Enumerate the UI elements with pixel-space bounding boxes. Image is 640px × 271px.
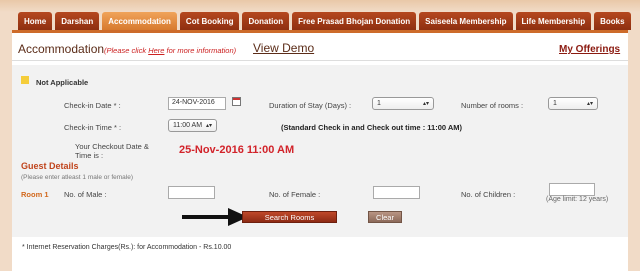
nav-tab-accommodation[interactable]: Accommodation	[102, 12, 177, 30]
calendar-icon[interactable]	[232, 97, 241, 106]
chevron-updown-icon: ▴▾	[586, 101, 593, 107]
checkin-time-select[interactable]: 11:00 AM ▴▾	[168, 119, 217, 132]
view-demo-link[interactable]: View Demo	[253, 41, 314, 55]
children-count-label: No. of Children :	[461, 190, 516, 199]
rooms-select[interactable]: 1 ▴▾	[548, 97, 598, 110]
not-applicable-label: Not Applicable	[36, 78, 89, 87]
chevron-updown-icon: ▴▾	[205, 123, 212, 129]
page-title: Accommodation	[18, 42, 105, 56]
checkin-time-label: Check-in Time * :	[64, 123, 122, 132]
checkin-date-input[interactable]: 24-NOV-2016	[168, 97, 226, 110]
children-count-input[interactable]	[549, 183, 595, 196]
standard-time-note: (Standard Check in and Check out time : …	[281, 123, 463, 132]
age-limit-note: (Age limit: 12 years)	[546, 196, 609, 203]
my-offerings-link[interactable]: My Offerings	[559, 44, 620, 55]
rooms-label: Number of rooms :	[461, 101, 524, 110]
nav-tab-free-prasad[interactable]: Free Prasad Bhojan Donation	[292, 12, 417, 30]
room-1-label: Room 1	[21, 190, 49, 199]
panel-header: Accommodation (Please click Here for mor…	[12, 33, 628, 61]
nav-tab-home[interactable]: Home	[18, 12, 53, 30]
reservation-charges-note: * Internet Reservation Charges(Rs.): for…	[22, 244, 232, 251]
nav-tab-darshan[interactable]: Darshan	[55, 12, 100, 30]
info-note-suffix: for more information)	[164, 46, 237, 55]
clear-button[interactable]: Clear	[368, 211, 402, 223]
checkin-date-label: Check-in Date * :	[64, 101, 121, 110]
search-rooms-button[interactable]: Search Rooms	[242, 211, 337, 223]
duration-value: 1	[377, 100, 381, 107]
info-note-prefix: (Please click	[104, 46, 149, 55]
pointer-arrow-icon	[182, 208, 248, 226]
female-count-input[interactable]	[373, 186, 420, 199]
female-count-label: No. of Female :	[269, 190, 321, 199]
top-banner-strip	[0, 0, 640, 12]
rooms-value: 1	[553, 100, 557, 107]
checkout-datetime: 25-Nov-2016 11:00 AM	[179, 144, 295, 156]
chevron-updown-icon: ▴▾	[422, 101, 429, 107]
accommodation-panel: Accommodation (Please click Here for mor…	[12, 30, 628, 271]
duration-select[interactable]: 1 ▴▾	[372, 97, 434, 110]
nav-tab-cot-booking[interactable]: Cot Booking	[179, 12, 240, 30]
nav-tab-books[interactable]: Books	[594, 12, 631, 30]
guest-details-note: (Please enter atleast 1 male or female)	[21, 174, 133, 181]
main-nav: Home Darshan Accommodation Cot Booking D…	[0, 12, 640, 30]
guest-details-heading: Guest Details	[21, 161, 79, 171]
checkout-label: Your Checkout Date & Time is :	[75, 142, 149, 160]
duration-label: Duration of Stay (Days) :	[269, 101, 352, 110]
info-note: (Please click Here for more information)	[104, 46, 236, 55]
info-here-link[interactable]: Here	[148, 46, 164, 55]
male-count-label: No. of Male :	[64, 190, 107, 199]
nav-tab-donation[interactable]: Donation	[242, 12, 290, 30]
nav-tab-saiseela-membership[interactable]: Saiseela Membership	[419, 12, 513, 30]
nav-tab-life-membership[interactable]: Life Membership	[515, 12, 592, 30]
male-count-input[interactable]	[168, 186, 215, 199]
checkin-time-value: 11:00 AM	[173, 122, 203, 129]
not-applicable-swatch	[21, 76, 29, 84]
